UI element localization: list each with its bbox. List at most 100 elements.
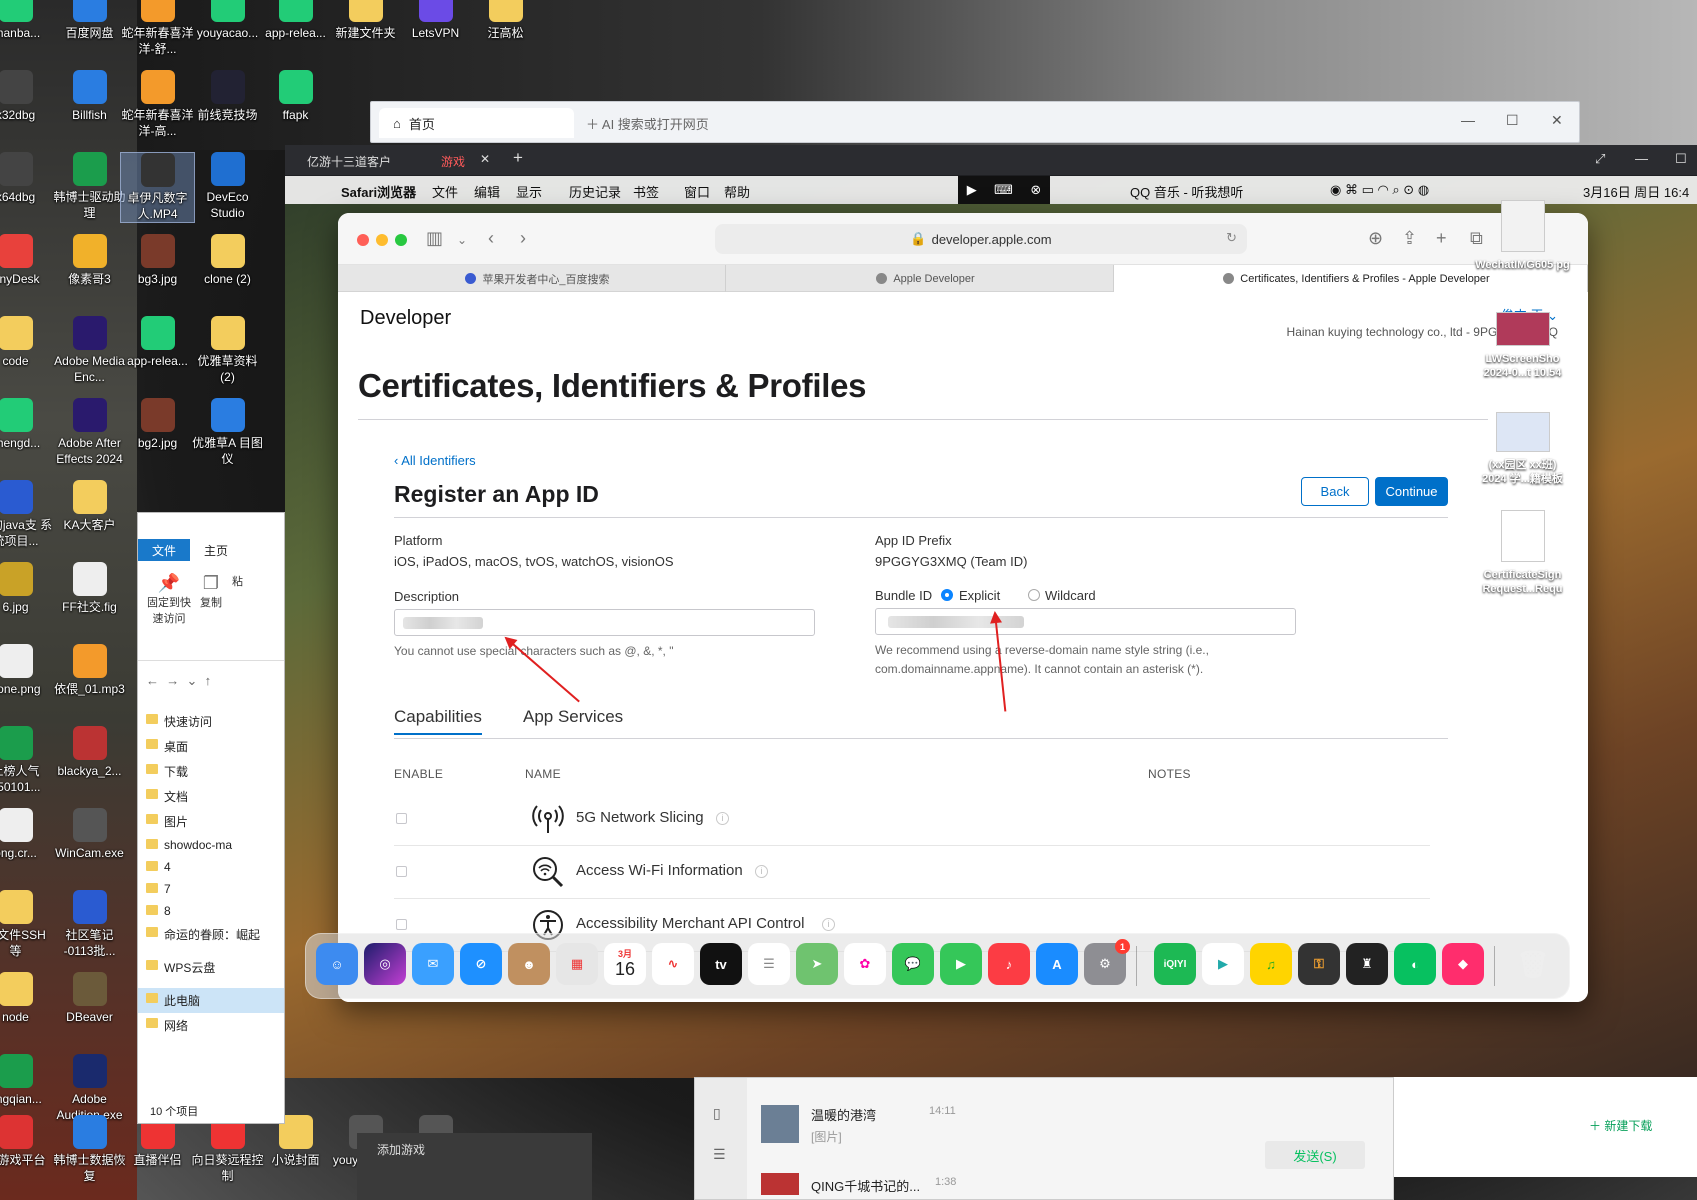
address-bar[interactable]: 🔒 developer.apple.com ↻ bbox=[715, 224, 1247, 254]
now-playing[interactable]: QQ 音乐 - 听我想听 bbox=[1130, 182, 1243, 201]
tab-home[interactable]: ⌂ 首页 bbox=[379, 108, 574, 138]
desktop-icon[interactable]: code bbox=[0, 316, 53, 369]
desktop-icon[interactable]: 新建文件夹 bbox=[328, 0, 403, 41]
description-input[interactable] bbox=[394, 609, 815, 636]
maximize-icon[interactable]: ☐ bbox=[1506, 112, 1519, 129]
developer-logo[interactable]: Developer bbox=[360, 307, 451, 330]
desktop-icon[interactable]: 韩博士数据恢复 bbox=[52, 1115, 127, 1184]
tab-home[interactable]: 主页 bbox=[190, 539, 242, 561]
phone-icon[interactable]: ▯ bbox=[713, 1105, 721, 1122]
menu-item[interactable]: 窗口 bbox=[684, 182, 710, 201]
menu-item[interactable]: 显示 bbox=[516, 182, 542, 201]
send-button[interactable]: 发送(S) bbox=[1265, 1141, 1365, 1169]
calendar-icon[interactable]: 3月 16 bbox=[604, 943, 646, 985]
nav-item[interactable]: 此电脑 bbox=[138, 988, 284, 1013]
capability-name[interactable]: Accessibility Merchant API Control bbox=[576, 915, 804, 932]
download-icon[interactable]: ⊕ bbox=[1368, 228, 1383, 249]
launcher-tab[interactable]: 游戏 bbox=[441, 153, 465, 170]
minimize-icon[interactable]: — bbox=[1635, 151, 1648, 166]
close-icon[interactable]: ✕ bbox=[1551, 112, 1563, 129]
menu-item[interactable]: 编辑 bbox=[474, 182, 500, 201]
close-button[interactable] bbox=[357, 234, 369, 246]
desktop-icon[interactable]: x64dbg bbox=[0, 152, 53, 205]
keyboard-icon[interactable]: ⌨ bbox=[994, 182, 1013, 198]
desktop-icon[interactable]: bg2.jpg bbox=[120, 398, 195, 451]
nav-item[interactable]: WPS云盘 bbox=[138, 955, 284, 980]
desktop-file[interactable]: LWScreenSho 2024-0...t 10.54 bbox=[1475, 312, 1570, 380]
iqiyi-icon[interactable]: iQIYI bbox=[1154, 943, 1196, 985]
share-icon[interactable]: ⇪ bbox=[1402, 228, 1417, 249]
freeform-icon[interactable]: ∿ bbox=[652, 943, 694, 985]
messages-icon[interactable]: 💬 bbox=[892, 943, 934, 985]
copy-button[interactable]: ❐ 复制 bbox=[196, 573, 226, 610]
sidebar-icon[interactable]: ▥ bbox=[426, 228, 443, 249]
desktop-icon[interactable]: 蛇年新春喜洋洋-舒... bbox=[120, 0, 195, 57]
capability-name[interactable]: 5G Network Slicing bbox=[576, 809, 704, 826]
fullscreen-icon[interactable]: ⤢ bbox=[1595, 151, 1605, 167]
desktop-icon[interactable]: 韩博士驱动助理 bbox=[52, 152, 127, 221]
remote-mac-screen[interactable]: Safari浏览器 文件 编辑 显示 历史记录 书签 窗口 帮助 ▶ ⌨ ⊗ QQ 音乐 -… bbox=[285, 176, 1697, 1078]
minimize-icon[interactable]: — bbox=[1461, 112, 1475, 128]
new-download-button[interactable]: ＋ 新建下载 bbox=[1589, 1117, 1652, 1134]
desktop-icon[interactable]: 麦的java支 系统项目... bbox=[0, 480, 53, 549]
app-store-icon[interactable]: A bbox=[1036, 943, 1078, 985]
desktop-icon[interactable]: hone.png bbox=[0, 644, 53, 697]
desktop-icon[interactable]: 聚游戏平台 bbox=[0, 1115, 53, 1168]
info-icon[interactable]: i bbox=[716, 812, 729, 825]
nav-item[interactable]: 文档 bbox=[138, 784, 284, 809]
bundle-id-input[interactable] bbox=[875, 608, 1296, 635]
desktop-icon[interactable]: ffapk bbox=[258, 70, 333, 123]
desktop-icon[interactable]: 明文件SSH 等 bbox=[0, 890, 53, 959]
desktop-icon[interactable]: 上榜人气 250101... bbox=[0, 726, 53, 795]
desktop-icon[interactable]: WinCam.exe bbox=[52, 808, 127, 861]
desktop-icon[interactable]: DevEco Studio bbox=[190, 152, 265, 221]
desktop-icon[interactable]: angqian... bbox=[0, 1054, 53, 1107]
nav-item[interactable]: 8 bbox=[138, 900, 284, 922]
nav-item[interactable]: 4 bbox=[138, 856, 284, 878]
desktop-icon[interactable]: LetsVPN bbox=[398, 0, 473, 41]
explicit-label[interactable]: Explicit bbox=[959, 588, 1000, 603]
system-settings-icon[interactable]: ⚙ 1 bbox=[1084, 939, 1130, 985]
desktop-icon[interactable]: app-relea... bbox=[120, 316, 195, 369]
capability-name[interactable]: Access Wi-Fi Information bbox=[576, 862, 743, 879]
info-icon[interactable]: i bbox=[822, 918, 835, 931]
new-tab-icon[interactable]: + bbox=[1436, 228, 1447, 249]
pin-quick-access-button[interactable]: 📌 固定到快速访问 bbox=[144, 573, 194, 626]
menu-icon[interactable]: ☰ bbox=[713, 1146, 726, 1163]
remote-toolbar[interactable]: ▶ ⌨ ⊗ bbox=[958, 176, 1050, 204]
desktop-icon[interactable]: FF社交.fig bbox=[52, 562, 127, 615]
desktop-icon[interactable]: clone (2) bbox=[190, 234, 265, 287]
qq-music-icon[interactable]: ♫ bbox=[1250, 943, 1292, 985]
nav-item[interactable]: 图片 bbox=[138, 809, 284, 834]
tab-app-services[interactable]: App Services bbox=[523, 707, 623, 727]
chat-item-title[interactable]: 温暖的港湾 bbox=[811, 1105, 1011, 1124]
menu-item[interactable]: 历史记录 bbox=[569, 182, 621, 201]
close-tab-icon[interactable]: ✕ bbox=[480, 152, 490, 166]
desktop-icon[interactable]: 向日葵远程控制 bbox=[190, 1115, 265, 1184]
desktop-icon[interactable]: 优雅草资料 (2) bbox=[190, 316, 265, 385]
tab-capabilities[interactable]: Capabilities bbox=[394, 707, 482, 735]
facetime-icon[interactable]: ▶ bbox=[940, 943, 982, 985]
menu-item[interactable]: 帮助 bbox=[724, 182, 750, 201]
desktop-icon[interactable]: 优雅草A 目图仪 bbox=[190, 398, 265, 467]
desktop-icon[interactable]: 6.jpg bbox=[0, 562, 53, 615]
desktop-icon[interactable]: Billfish bbox=[52, 70, 127, 123]
desktop-icon[interactable]: 前线竞技场 bbox=[190, 70, 265, 123]
wechat-icon[interactable]: ◐ bbox=[1394, 943, 1436, 985]
tab-apple-developer[interactable]: Apple Developer bbox=[726, 265, 1114, 292]
reminders-icon[interactable]: ☰ bbox=[748, 943, 790, 985]
nav-arrows[interactable]: ← → ⌄ ↑ bbox=[138, 661, 284, 693]
enable-checkbox[interactable] bbox=[396, 813, 407, 824]
desktop-icon[interactable]: Adobe Media Enc... bbox=[52, 316, 127, 385]
desktop-icon[interactable]: 蛇年新春喜洋洋-高... bbox=[120, 70, 195, 139]
add-tab-icon[interactable]: + bbox=[513, 148, 523, 168]
safari-window[interactable]: ▥ ⌄ ‹ › 🔒 developer.apple.com ↻ ⊕ ⇪ + ⧉ … bbox=[338, 213, 1588, 1002]
maps-icon[interactable]: ➤ bbox=[796, 943, 838, 985]
siri-icon[interactable]: ◎ bbox=[364, 943, 406, 985]
wildcard-radio[interactable] bbox=[1028, 589, 1040, 601]
paste-button[interactable]: 粘 bbox=[232, 573, 252, 589]
all-identifiers-link[interactable]: ‹ All Identifiers bbox=[394, 453, 476, 468]
desktop-icon[interactable]: Adobe After Effects 2024 bbox=[52, 398, 127, 467]
pinyin-icon[interactable]: ◆ bbox=[1442, 943, 1484, 985]
chat-item-title[interactable]: QING千城书记的... bbox=[811, 1176, 1011, 1195]
